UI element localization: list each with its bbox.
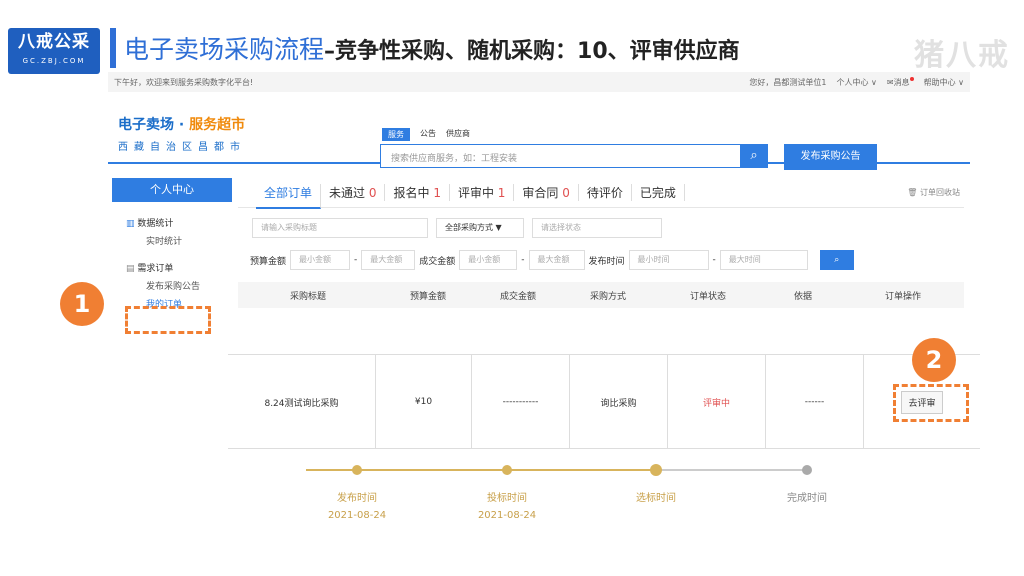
- site-brand[interactable]: 电子卖场 · 服务超市 西藏自治区昌都市: [118, 114, 246, 153]
- method-select[interactable]: 全部采购方式 ▼: [436, 218, 524, 238]
- filter-row-1: 请输入采购标题 全部采购方式 ▼ 请选择状态: [238, 208, 964, 238]
- tab-all-orders[interactable]: 全部订单: [256, 184, 322, 209]
- highlight-my-orders: [125, 306, 211, 334]
- orders-table-header: 采购标题 预算金额 成交金额 采购方式 订单状态 依据 订单操作: [238, 282, 964, 308]
- progress-line-pending: [656, 469, 806, 471]
- progress-dot: [502, 465, 512, 475]
- order-tabs: 全部订单 未通过 0 报名中 1 评审中 1 审合同 0 待评价 已完成 🗑 订…: [238, 178, 964, 209]
- table-row: 8.24测试询比采购 ¥10 ----------- 询比采购 评审中 ----…: [228, 355, 980, 449]
- chart-icon: ▥: [126, 219, 138, 229]
- region-label: 西藏自治区昌都市: [118, 142, 246, 153]
- unread-dot: [909, 76, 914, 81]
- document-icon: ▤: [126, 264, 138, 274]
- user-greeting: 您好，昌都测试单位1: [749, 77, 827, 87]
- order-detail-screenshot: 8.24测试询比采购 ¥10 ----------- 询比采购 评审中 ----…: [228, 354, 980, 540]
- help-center-link[interactable]: 帮助中心 ∨: [924, 77, 964, 88]
- search-tab-service[interactable]: 服务: [382, 128, 410, 141]
- slide-title-main: 电子卖场采购流程: [124, 35, 325, 64]
- step-bid: 投标时间 2021-08-24: [477, 493, 537, 521]
- tab-completed[interactable]: 已完成: [632, 184, 685, 201]
- deal-max-input[interactable]: 最大金额: [528, 250, 585, 270]
- tab-rejected[interactable]: 未通过 0: [321, 184, 386, 201]
- orders-panel: 全部订单 未通过 0 报名中 1 评审中 1 审合同 0 待评价 已完成 🗑 订…: [238, 178, 964, 338]
- sidebar-item-publish[interactable]: 发布采购公告: [112, 274, 232, 292]
- highlight-review-button: [893, 384, 969, 422]
- tab-contract-review[interactable]: 审合同 0: [514, 184, 579, 201]
- order-title[interactable]: 8.24测试询比采购: [228, 355, 376, 449]
- step-complete: 完成时间: [787, 493, 827, 504]
- order-status: 评审中: [668, 355, 766, 449]
- brand-header: 电子卖场 · 服务超市 西藏自治区昌都市 服务 公告 供应商 搜索供应商服务，如…: [108, 92, 970, 170]
- budget-max-input[interactable]: 最大金额: [361, 250, 416, 270]
- watermark: 猪八戒: [914, 38, 1010, 73]
- greeting-text: 下午好，欢迎来到服务采购数字化平台!: [114, 77, 254, 87]
- publish-notice-button[interactable]: 发布采购公告: [784, 144, 877, 170]
- order-recycle-bin[interactable]: 🗑 订单回收站: [907, 187, 964, 198]
- order-progress: 发布时间 2021-08-24 投标时间 2021-08-24 选标时间 完成时间: [306, 464, 886, 521]
- filter-row-2: 预算金额 最小金额 - 最大金额 成交金额 最小金额 - 最大金额 发布时间 最…: [238, 238, 964, 270]
- step-publish: 发布时间 2021-08-24: [327, 493, 387, 521]
- callout-step-2: 2: [912, 338, 956, 382]
- title-accent-bar: [110, 28, 116, 68]
- tab-to-evaluate[interactable]: 待评价: [579, 184, 632, 201]
- time-max-input[interactable]: 最大时间: [719, 250, 808, 270]
- search-icon[interactable]: ⌕: [740, 144, 768, 168]
- callout-step-1: 1: [60, 282, 104, 326]
- sidebar-item-orders[interactable]: ▤ 需求订单: [112, 247, 232, 274]
- slide-title: 电子卖场采购流程–竞争性采购、随机采购：10、评审供应商: [124, 34, 740, 68]
- slide-title-sub: –竞争性采购、随机采购：10、评审供应商: [324, 39, 740, 64]
- order-method: 询比采购: [570, 355, 668, 449]
- tab-registering[interactable]: 报名中 1: [385, 184, 450, 201]
- search-tabs: 服务 公告 供应商: [382, 128, 470, 141]
- progress-dot-current: [650, 464, 662, 476]
- sidebar-personal-center[interactable]: 个人中心: [112, 178, 232, 202]
- tab-reviewing[interactable]: 评审中 1: [450, 184, 515, 201]
- progress-dot: [802, 465, 812, 475]
- search-input[interactable]: 搜索供应商服务，如：工程安装: [380, 144, 768, 168]
- search-tab-notice[interactable]: 公告: [420, 128, 436, 141]
- trash-icon: 🗑: [907, 188, 920, 197]
- messages-link[interactable]: ✉消息: [887, 76, 914, 88]
- personal-center-link[interactable]: 个人中心 ∨: [836, 77, 876, 88]
- sidebar-item-realtime[interactable]: 实时统计: [112, 229, 232, 247]
- step-select: 选标时间: [636, 493, 676, 504]
- title-search-input[interactable]: 请输入采购标题: [252, 218, 428, 238]
- order-basis: ------: [766, 355, 864, 449]
- budget-min-input[interactable]: 最小金额: [290, 250, 351, 270]
- bajie-logo: 八戒公采 GC.ZBJ.COM: [8, 28, 100, 74]
- query-search-icon[interactable]: ⌕: [819, 250, 854, 270]
- sidebar-item-stats[interactable]: ▥ 数据统计: [112, 202, 232, 229]
- order-budget: ¥10: [376, 355, 472, 449]
- search-tab-supplier[interactable]: 供应商: [446, 128, 470, 141]
- status-select[interactable]: 请选择状态: [532, 218, 662, 238]
- progress-dot: [352, 465, 362, 475]
- top-bar: 下午好，欢迎来到服务采购数字化平台! 您好，昌都测试单位1 个人中心 ∨ ✉消息…: [108, 72, 970, 92]
- order-deal-amount: -----------: [472, 355, 570, 449]
- time-min-input[interactable]: 最小时间: [628, 250, 709, 270]
- portal-screenshot: 下午好，欢迎来到服务采购数字化平台! 您好，昌都测试单位1 个人中心 ∨ ✉消息…: [108, 72, 970, 338]
- deal-min-input[interactable]: 最小金额: [459, 250, 518, 270]
